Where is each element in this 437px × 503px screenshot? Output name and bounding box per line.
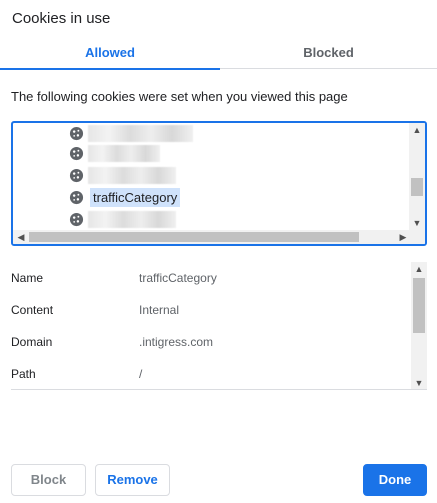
tree-horizontal-scroll-thumb[interactable] — [29, 232, 359, 242]
cookie-tree-row[interactable] — [13, 123, 411, 145]
detail-value: .intigress.com — [139, 335, 214, 349]
tree-vertical-scrollbar[interactable]: ▲ ▼ — [409, 123, 425, 230]
scroll-down-arrow-icon[interactable]: ▼ — [411, 376, 427, 389]
scroll-up-arrow-icon[interactable]: ▲ — [411, 262, 427, 276]
cookie-icon — [69, 190, 84, 205]
obscured-cookie-label — [88, 211, 176, 228]
cookie-details: Name trafficCategory Content Internal Do… — [11, 262, 427, 390]
tree-horizontal-scrollbar[interactable]: ◀ ▶ — [13, 230, 411, 244]
detail-value: Internal — [139, 303, 180, 317]
cookie-tree[interactable]: trafficCategory ▲ ▼ ◀ ▶ — [11, 121, 427, 246]
detail-value: trafficCategory — [139, 271, 217, 285]
scroll-up-arrow-icon[interactable]: ▲ — [409, 123, 425, 137]
cookie-icon — [69, 168, 84, 183]
cookie-icon — [69, 212, 84, 227]
remove-button[interactable]: Remove — [95, 464, 170, 496]
tab-allowed[interactable]: Allowed — [0, 36, 220, 70]
block-button[interactable]: Block — [11, 464, 86, 496]
cookie-tree-label: trafficCategory — [90, 188, 181, 207]
scrollbar-corner — [409, 230, 425, 244]
detail-key: Name — [11, 271, 44, 285]
obscured-cookie-label — [88, 125, 193, 142]
done-button[interactable]: Done — [363, 464, 427, 496]
scroll-down-arrow-icon[interactable]: ▼ — [409, 216, 425, 230]
cookie-tree-row[interactable] — [13, 143, 411, 165]
cookie-tree-row[interactable] — [13, 209, 411, 231]
detail-value: / — [139, 367, 143, 381]
detail-key: Domain — [11, 335, 53, 349]
details-scroll-thumb[interactable] — [413, 278, 425, 333]
cookie-tree-row-selected[interactable]: trafficCategory — [13, 187, 411, 209]
scroll-left-arrow-icon[interactable]: ◀ — [13, 230, 29, 244]
cookie-tree-row[interactable] — [13, 165, 411, 187]
details-vertical-scrollbar[interactable]: ▲ ▼ — [411, 262, 427, 389]
tree-vertical-scroll-thumb[interactable] — [411, 178, 423, 196]
cookies-description: The following cookies were set when you … — [11, 89, 348, 104]
tab-blocked[interactable]: Blocked — [220, 36, 437, 69]
obscured-cookie-label — [88, 167, 176, 184]
obscured-cookie-label — [88, 145, 160, 162]
cookie-icon — [69, 146, 84, 161]
dialog-title: Cookies in use — [12, 10, 111, 27]
detail-key: Content — [11, 303, 54, 317]
tab-strip: Allowed Blocked — [0, 36, 437, 70]
detail-key: Path — [11, 367, 36, 381]
cookie-icon — [69, 126, 84, 141]
